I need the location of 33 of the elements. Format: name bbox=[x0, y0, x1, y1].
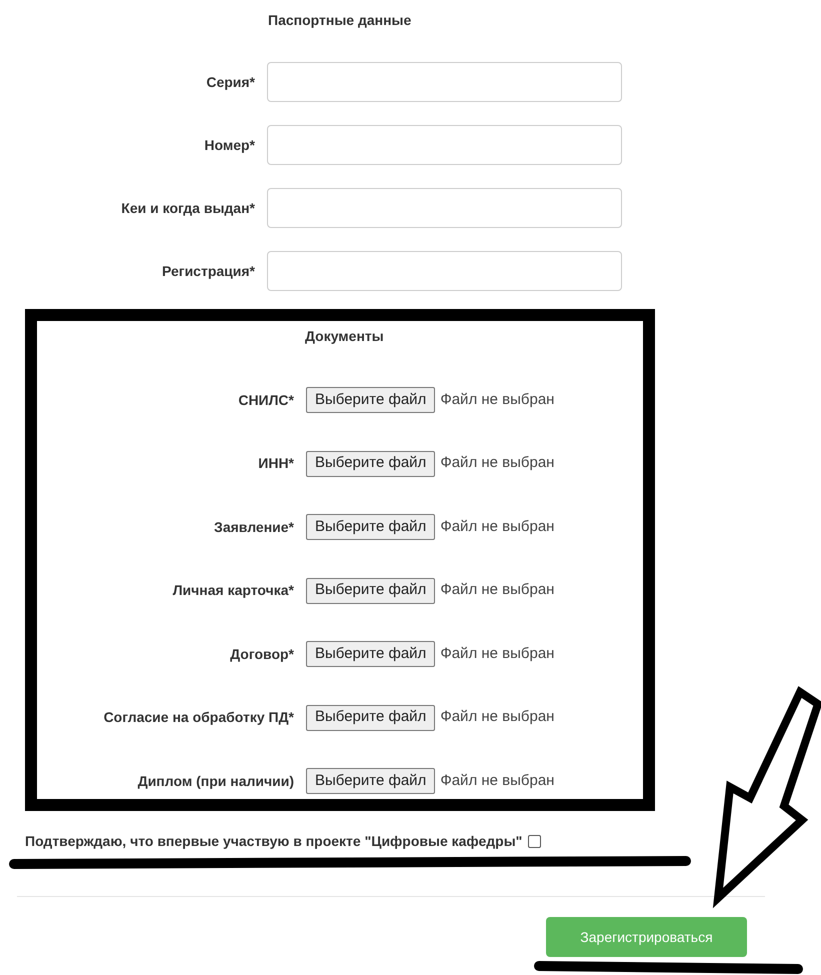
field-label: Регистрация* bbox=[160, 262, 255, 281]
file-status: Файл не выбран bbox=[440, 453, 554, 474]
file-status: Файл не выбран bbox=[440, 644, 554, 664]
consent-checkbox[interactable] bbox=[528, 835, 542, 848]
file-status: Файл не выбран bbox=[440, 580, 554, 600]
choose-file-button[interactable]: Выберите файл bbox=[306, 578, 436, 604]
field-label: Номер* bbox=[203, 136, 255, 155]
field-label: Серия* bbox=[205, 72, 255, 92]
field-label: Согласие на обработку ПД* bbox=[102, 708, 294, 727]
choose-file-button[interactable]: Выберите файл bbox=[306, 387, 436, 413]
choose-file-button[interactable]: Выберите файл bbox=[306, 768, 436, 794]
file-status: Файл не выбран bbox=[440, 516, 554, 537]
text-field[interactable] bbox=[267, 125, 622, 165]
section-title: Паспортные данные bbox=[268, 11, 412, 30]
field-label: Договор* bbox=[229, 644, 294, 664]
choose-file-button[interactable]: Выберите файл bbox=[306, 450, 436, 476]
file-status: Файл не выбран bbox=[440, 390, 554, 410]
choose-file-button[interactable]: Выберите файл bbox=[306, 704, 436, 730]
field-label: Заявление* bbox=[213, 518, 294, 536]
choose-file-button[interactable]: Выберите файл bbox=[306, 641, 436, 667]
section-title: Документы bbox=[305, 327, 384, 346]
choose-file-button[interactable]: Выберите файл bbox=[306, 514, 436, 540]
consent-label: Подтверждаю, что впервые участвую в проекте "Цифровые кафедры" bbox=[25, 832, 522, 851]
file-status: Файл не выбран bbox=[440, 707, 554, 728]
text-field[interactable] bbox=[267, 188, 622, 228]
field-label: СНИЛС* bbox=[237, 390, 294, 410]
file-status: Файл не выбран bbox=[440, 770, 554, 791]
field-label: Кеи и когда выдан* bbox=[120, 198, 255, 218]
text-field[interactable] bbox=[267, 251, 622, 291]
field-label: ИНН* bbox=[257, 454, 294, 473]
text-field[interactable] bbox=[267, 62, 622, 102]
field-label: Диплом (при наличии) bbox=[136, 772, 294, 791]
field-label: Личная карточка* bbox=[172, 581, 294, 600]
